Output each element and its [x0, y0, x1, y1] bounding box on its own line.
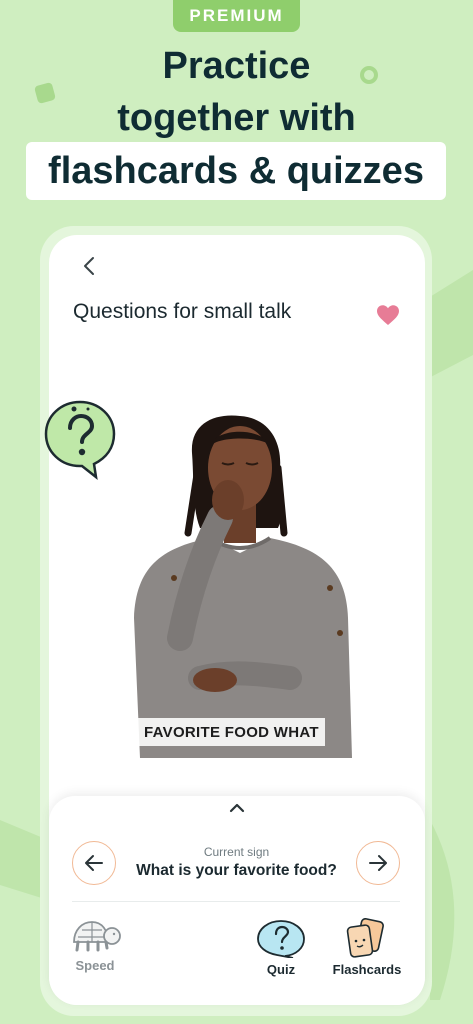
quiz-icon	[257, 920, 305, 958]
headline-line-3: flashcards & quizzes	[48, 149, 424, 192]
sign-video[interactable]	[120, 408, 370, 758]
headline-highlight: flashcards & quizzes	[26, 142, 446, 200]
signer-figure	[134, 415, 352, 758]
headline-line-2: together with	[117, 97, 356, 139]
back-chevron-icon	[84, 257, 94, 275]
page-title: Questions for small talk	[73, 300, 292, 323]
premium-badge: PREMIUM	[173, 0, 300, 32]
turtle-icon	[73, 921, 121, 952]
video-caption: FAVORITE FOOD WHAT	[138, 718, 325, 746]
tab-quiz-label: Quiz	[266, 962, 296, 977]
divider	[72, 901, 400, 902]
question-bubble-icon	[44, 400, 116, 480]
headline-line-1: Practice	[162, 45, 311, 87]
back-button[interactable]	[76, 252, 102, 280]
tab-quiz[interactable]: Quiz	[252, 918, 310, 992]
next-sign-button[interactable]	[356, 841, 400, 885]
arrow-right-icon	[369, 855, 387, 871]
chevron-up-icon[interactable]	[228, 800, 246, 816]
tab-flashcards-label: Flashcards	[332, 962, 402, 977]
heart-icon[interactable]	[376, 304, 400, 326]
flashcards-icon	[346, 918, 384, 958]
tab-flashcards[interactable]: Flashcards	[328, 918, 406, 992]
tab-speed[interactable]: Speed	[64, 918, 126, 992]
current-sign-text: What is your favorite food?	[136, 862, 337, 879]
tab-speed-label: Speed	[75, 958, 115, 973]
current-sign-label: Current sign	[203, 845, 270, 859]
